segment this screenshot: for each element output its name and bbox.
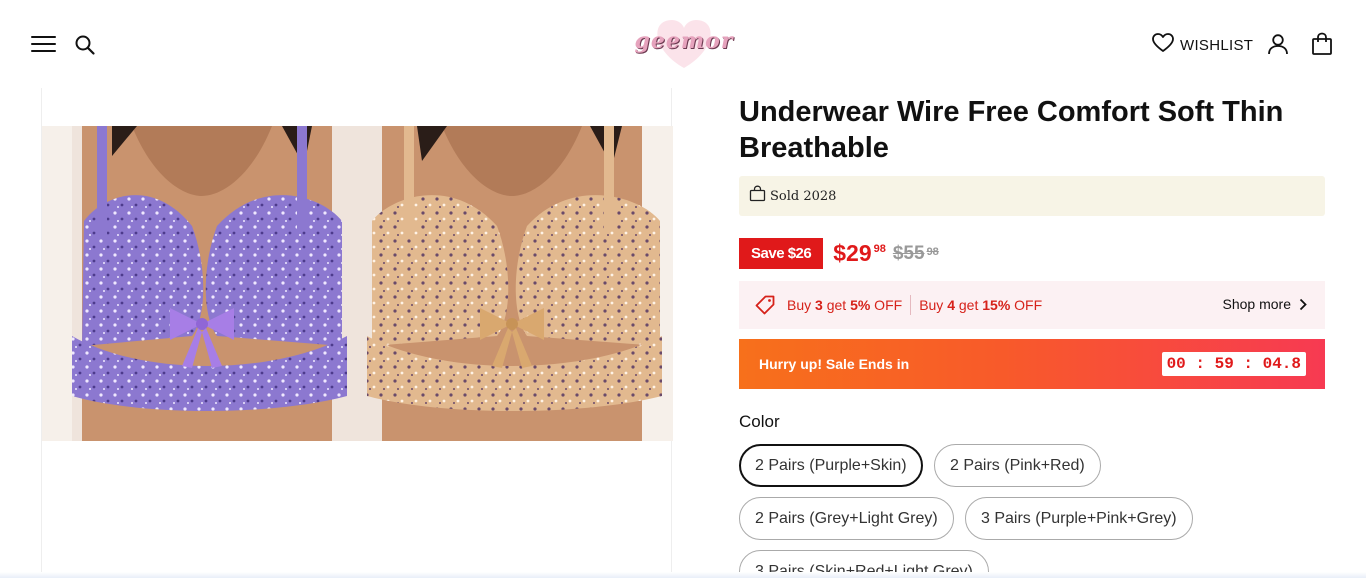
- search-icon[interactable]: [74, 34, 96, 56]
- product-title: Underwear Wire Free Comfort Soft Thin Br…: [739, 96, 1284, 164]
- color-option-purple-skin[interactable]: 2 Pairs (Purple+Skin): [739, 444, 923, 487]
- bottom-fade: [0, 572, 1366, 578]
- cart-icon[interactable]: [1311, 32, 1333, 56]
- promo-offer-buy-3[interactable]: Buy 3 get 5% OFF: [787, 297, 902, 313]
- color-label: Color: [739, 412, 780, 431]
- shop-more-link[interactable]: Shop more: [1223, 296, 1307, 312]
- bundle-promo: Buy 3 get 5% OFF Buy 4 get 15% OFF Shop …: [739, 281, 1325, 329]
- menu-icon[interactable]: [31, 34, 57, 54]
- save-badge: Save $26: [739, 238, 824, 269]
- sold-count-box: Sold 2028: [739, 176, 1325, 216]
- color-option-pink-red[interactable]: 2 Pairs (Pink+Red): [934, 444, 1101, 487]
- color-option-purple-pink-grey[interactable]: 3 Pairs (Purple+Pink+Grey): [965, 497, 1193, 540]
- sale-label: Hurry up! Sale Ends in: [759, 356, 910, 372]
- sale-countdown-bar: Hurry up! Sale Ends in 00 : 59 : 04.8: [739, 339, 1325, 389]
- promo-divider: [910, 295, 912, 315]
- compare-price-main: $55: [892, 242, 925, 264]
- account-icon[interactable]: [1267, 33, 1289, 55]
- product-image[interactable]: [42, 126, 673, 441]
- logo-text: geemor: [634, 28, 734, 54]
- sale-price-cents: 98: [873, 243, 886, 255]
- sold-count: Sold 2028: [770, 188, 837, 204]
- compare-price: $55 98: [893, 243, 939, 265]
- compare-price-cents: 98: [926, 245, 939, 258]
- product-gallery: [41, 88, 673, 578]
- shop-more-label: Shop more: [1222, 296, 1291, 312]
- countdown-timer: 00 : 59 : 04.8: [1161, 352, 1306, 376]
- wishlist-link[interactable]: WISHLIST: [1152, 32, 1254, 58]
- tag-icon: [755, 295, 775, 315]
- site-header: geemor WISHLIST: [0, 0, 1366, 88]
- sale-price-main: $29: [833, 240, 872, 266]
- site-logo[interactable]: geemor: [632, 14, 736, 70]
- price-row: Save $26 $29 98 $55 98: [739, 238, 939, 269]
- chevron-right-icon: [1299, 298, 1307, 311]
- heart-icon: [1152, 32, 1174, 58]
- shopping-bag-icon: [749, 185, 766, 207]
- sale-price: $29 98: [833, 240, 886, 267]
- promo-offer-buy-4[interactable]: Buy 4 get 15% OFF: [919, 297, 1042, 313]
- wishlist-label: WISHLIST: [1180, 36, 1254, 54]
- color-option-grey-light-grey[interactable]: 2 Pairs (Grey+Light Grey): [739, 497, 954, 540]
